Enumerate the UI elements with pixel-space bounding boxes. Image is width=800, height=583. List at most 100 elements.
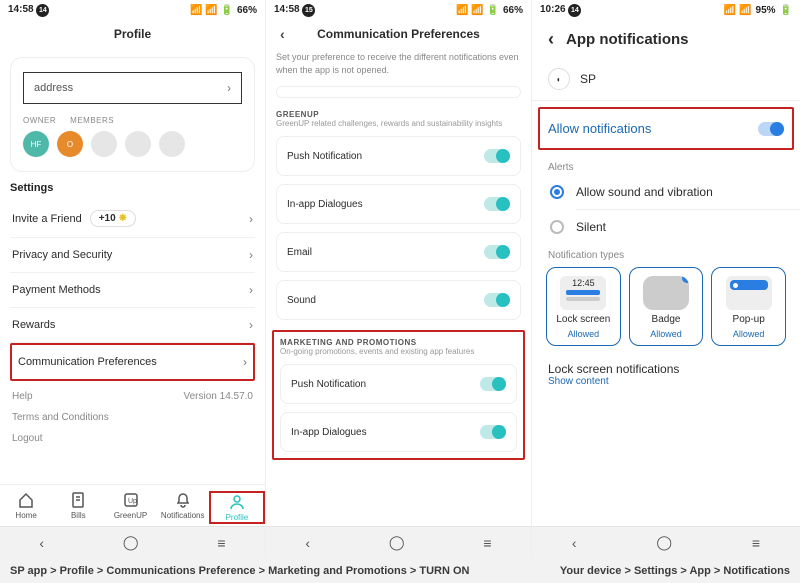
toggle-greenup-inapp[interactable]: In-app Dialogues [276, 184, 521, 224]
switch-icon[interactable] [480, 377, 506, 391]
bills-icon [69, 491, 87, 509]
page-header: ‹ Communication Preferences [276, 21, 521, 51]
version-text: Version 14.57.0 [184, 391, 254, 402]
caption-right: Your device > Settings > App > Notificat… [560, 565, 800, 577]
type-badge[interactable]: Badge Allowed [629, 267, 704, 346]
owner-label: OWNER [23, 116, 56, 125]
switch-icon[interactable] [484, 245, 510, 259]
marketing-heading: MARKETING AND PROMOTIONS [280, 338, 517, 347]
nav-recent[interactable]: ≡ [752, 535, 760, 551]
switch-icon[interactable] [484, 293, 510, 307]
status-right: 📶 📶 95%🔋 [724, 5, 792, 16]
avatar-empty [125, 131, 151, 157]
row-help[interactable]: Help Version 14.57.0 [10, 381, 255, 412]
toggle-greenup-push[interactable]: Push Notification [276, 136, 521, 176]
avatar-owner[interactable]: HF [23, 131, 49, 157]
intro-text: Set your preference to receive the diffe… [276, 51, 521, 76]
page-title: Profile [10, 21, 255, 51]
greenup-subtext: GreenUP related challenges, rewards and … [276, 119, 521, 128]
tab-notifications[interactable]: Notifications [157, 491, 209, 524]
android-nav-bar: ‹ ◯ ≡ [266, 526, 531, 558]
app-icon: ◐ [548, 68, 570, 90]
toggle-mkt-push[interactable]: Push Notification [280, 364, 517, 404]
collapsed-card [276, 86, 521, 98]
marketing-section-highlight: MARKETING AND PROMOTIONS On-going promot… [272, 330, 525, 460]
profile-icon [228, 493, 246, 511]
caption-left: SP app > Profile > Communications Prefer… [0, 565, 469, 577]
row-privacy-security[interactable]: Privacy and Security› [10, 238, 255, 273]
notification-types: 12:45 Lock screen Allowed Badge Allowed … [542, 263, 790, 350]
lockscreen-preview-icon: 12:45 [560, 276, 606, 310]
bell-icon [174, 491, 192, 509]
status-bar: 14:58 15 📶 📶 🔋 66% [266, 0, 531, 21]
switch-icon[interactable] [758, 122, 784, 136]
radio-icon [550, 220, 564, 234]
popup-preview-icon [726, 276, 772, 310]
lockscreen-notifications-row[interactable]: Lock screen notifications Show content [542, 350, 790, 387]
status-right: 📶 📶 🔋 66% [190, 5, 257, 16]
chevron-right-icon: › [243, 355, 247, 369]
nav-back[interactable]: ‹ [305, 535, 310, 551]
marketing-subtext: On-going promotions, events and existing… [280, 347, 517, 356]
chevron-right-icon: › [249, 212, 253, 226]
toggle-greenup-email[interactable]: Email [276, 232, 521, 272]
tab-profile[interactable]: Profile [209, 491, 265, 524]
tab-home[interactable]: Home [0, 491, 52, 524]
app-row[interactable]: ◐ SP [542, 58, 790, 100]
toggle-greenup-sound[interactable]: Sound [276, 280, 521, 320]
greenup-heading: GREENUP [276, 110, 521, 119]
row-logout[interactable]: Logout [10, 433, 255, 454]
nav-home[interactable]: ◯ [123, 534, 139, 551]
types-label: Notification types [542, 244, 790, 263]
avatar-empty [91, 131, 117, 157]
allow-notifications-row[interactable]: Allow notifications [538, 107, 794, 150]
radio-icon [550, 185, 564, 199]
status-count-badge: 14 [36, 4, 49, 17]
row-payment-methods[interactable]: Payment Methods› [10, 273, 255, 308]
type-lockscreen[interactable]: 12:45 Lock screen Allowed [546, 267, 621, 346]
radio-silent[interactable]: Silent [542, 210, 790, 244]
row-communication-preferences[interactable]: Communication Preferences› [10, 343, 255, 381]
status-bar: 14:58 14 📶 📶 🔋 66% [0, 0, 265, 21]
address-selector[interactable]: address › [23, 72, 242, 104]
chevron-right-icon: › [249, 248, 253, 262]
status-right: 📶 📶 🔋 66% [456, 5, 523, 16]
status-time: 14:58 [274, 4, 300, 15]
type-popup[interactable]: Pop-up Allowed [711, 267, 786, 346]
status-time: 14:58 [8, 4, 34, 15]
back-button[interactable]: ‹ [280, 26, 285, 42]
row-rewards[interactable]: Rewards› [10, 308, 255, 343]
settings-heading: Settings [10, 182, 255, 194]
home-icon [17, 491, 35, 509]
nav-home[interactable]: ◯ [389, 534, 405, 551]
page-title: Communication Preferences [317, 27, 480, 41]
app-name: SP [580, 72, 596, 86]
nav-recent[interactable]: ≡ [217, 535, 225, 551]
row-invite-friend[interactable]: Invite a Friend +10✸ › [10, 200, 255, 238]
status-count-badge: 14 [568, 4, 581, 17]
toggle-mkt-inapp[interactable]: In-app Dialogues [280, 412, 517, 452]
page-header: ‹ App notifications [542, 21, 790, 58]
switch-icon[interactable] [484, 149, 510, 163]
nav-back[interactable]: ‹ [39, 535, 44, 551]
nav-home[interactable]: ◯ [656, 534, 672, 551]
nav-recent[interactable]: ≡ [483, 535, 491, 551]
svg-text:Up: Up [128, 498, 137, 505]
chevron-right-icon: › [249, 318, 253, 332]
phone-comm-prefs: 14:58 15 📶 📶 🔋 66% ‹ Communication Prefe… [266, 0, 532, 558]
page-title: App notifications [566, 31, 689, 48]
avatar-member[interactable]: O [57, 131, 83, 157]
back-button[interactable]: ‹ [548, 29, 554, 50]
android-nav-bar: ‹ ◯ ≡ [532, 526, 800, 558]
switch-icon[interactable] [480, 425, 506, 439]
radio-sound-vibration[interactable]: Allow sound and vibration [542, 175, 790, 209]
invite-reward-pill: +10✸ [90, 210, 136, 227]
phone-profile: 14:58 14 📶 📶 🔋 66% Profile address › OWN… [0, 0, 266, 558]
status-bar: 10:26 14 📶 📶 95%🔋 [532, 0, 800, 21]
row-terms[interactable]: Terms and Conditions [10, 412, 255, 433]
nav-back[interactable]: ‹ [572, 535, 577, 551]
avatar-list: HF O [23, 131, 242, 157]
tab-bills[interactable]: Bills [52, 491, 104, 524]
switch-icon[interactable] [484, 197, 510, 211]
tab-greenup[interactable]: Up GreenUP [104, 491, 156, 524]
